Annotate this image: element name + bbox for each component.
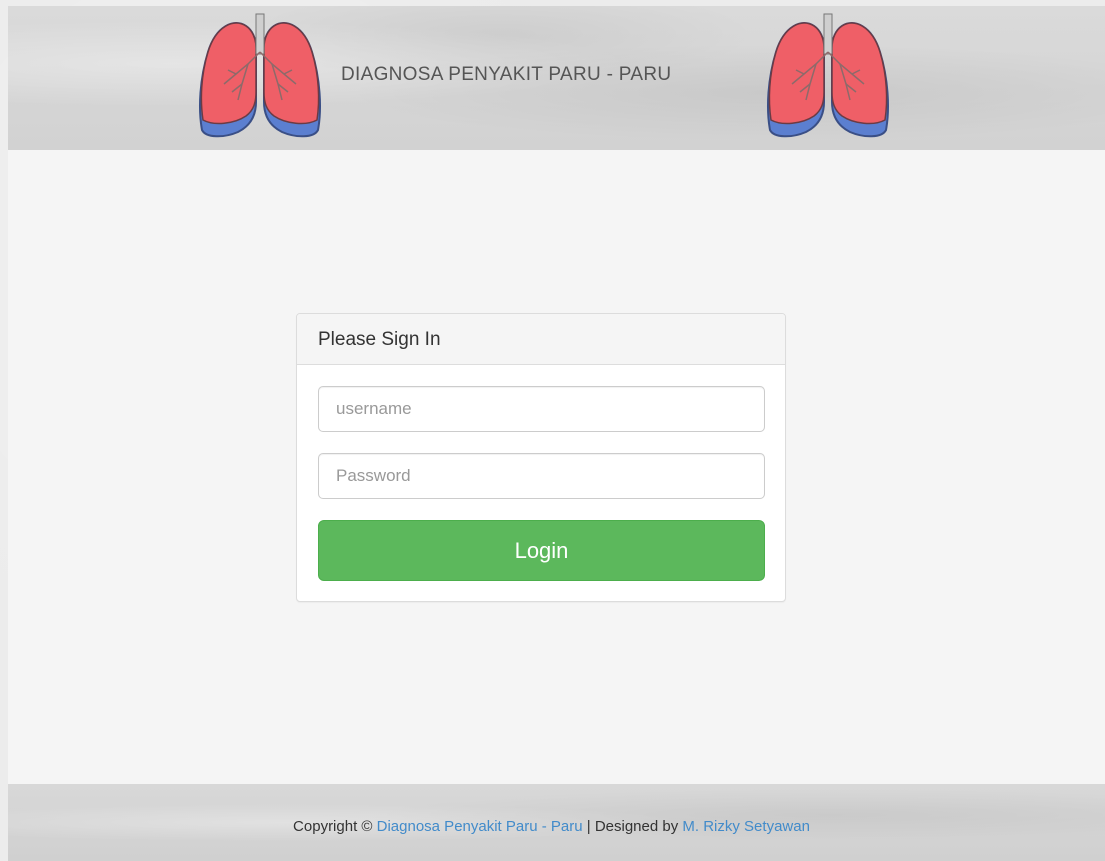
site-header: DIAGNOSA PENYAKIT PARU - PARU (8, 6, 1105, 150)
copyright-label: Copyright © (293, 818, 373, 835)
site-title: DIAGNOSA PENYAKIT PARU - PARU (341, 64, 672, 85)
site-footer: Copyright © Diagnosa Penyakit Paru - Par… (8, 784, 1105, 861)
login-panel: Please Sign In Login (296, 313, 786, 602)
login-button[interactable]: Login (318, 520, 765, 581)
footer-text: Copyright © Diagnosa Penyakit Paru - Par… (8, 818, 1095, 835)
password-input[interactable] (318, 453, 765, 499)
designed-by-label: | Designed by (586, 818, 679, 835)
lungs-icon (767, 13, 889, 138)
username-input[interactable] (318, 386, 765, 432)
author-link[interactable]: M. Rizky Setyawan (682, 818, 810, 835)
site-link[interactable]: Diagnosa Penyakit Paru - Paru (377, 818, 583, 835)
panel-title: Please Sign In (297, 314, 785, 365)
lungs-icon (199, 13, 321, 138)
